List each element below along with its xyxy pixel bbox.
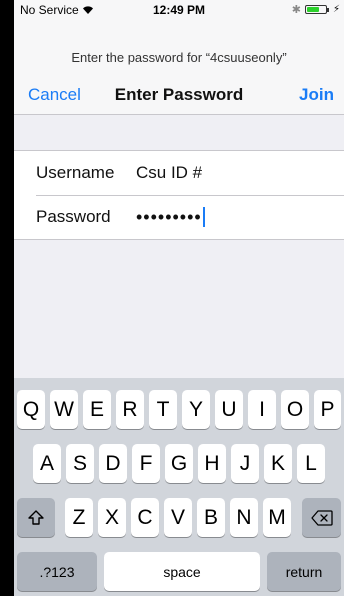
key-w[interactable]: W: [50, 390, 78, 429]
username-field[interactable]: Csu ID #: [136, 163, 202, 183]
password-row[interactable]: Password •••••••••: [14, 195, 344, 239]
key-x[interactable]: X: [98, 498, 126, 537]
nav-title: Enter Password: [114, 85, 244, 104]
key-c[interactable]: C: [131, 498, 159, 537]
key-k[interactable]: K: [264, 444, 292, 483]
key-a[interactable]: A: [33, 444, 61, 483]
join-button[interactable]: Join: [299, 85, 334, 105]
shift-icon: [28, 509, 44, 525]
shift-key[interactable]: [17, 498, 55, 537]
key-e[interactable]: E: [83, 390, 111, 429]
charging-icon: ⚡: [332, 4, 340, 15]
key-r[interactable]: R: [116, 390, 144, 429]
backspace-icon: [310, 509, 333, 526]
key-g[interactable]: G: [165, 444, 193, 483]
key-l[interactable]: L: [297, 444, 325, 483]
keyboard: Q W E R T Y U I O P A S D F G H J K L Z …: [14, 378, 344, 596]
username-label: Username: [36, 163, 115, 182]
navigation-bar: Enter the password for “4csuuseonly” Can…: [14, 20, 344, 115]
key-s[interactable]: S: [66, 444, 94, 483]
key-h[interactable]: H: [198, 444, 226, 483]
key-u[interactable]: U: [215, 390, 243, 429]
password-dialog: No Service 12:49 PM ✱ ⚡ Enter the passwo…: [14, 0, 344, 596]
key-o[interactable]: O: [281, 390, 309, 429]
key-z[interactable]: Z: [65, 498, 93, 537]
password-label: Password: [36, 207, 111, 226]
text-caret: [202, 207, 205, 227]
key-d[interactable]: D: [99, 444, 127, 483]
return-key[interactable]: return: [267, 552, 341, 591]
key-b[interactable]: B: [197, 498, 225, 537]
space-key[interactable]: space: [104, 552, 260, 591]
numbers-key[interactable]: .?123: [17, 552, 97, 591]
bluetooth-icon: ✱: [291, 4, 301, 16]
credentials-form: Username Csu ID # Password •••••••••: [14, 150, 344, 240]
password-dots: •••••••••: [136, 206, 202, 227]
key-f[interactable]: F: [132, 444, 160, 483]
key-y[interactable]: Y: [182, 390, 210, 429]
key-i[interactable]: I: [248, 390, 276, 429]
password-field[interactable]: •••••••••: [136, 207, 205, 228]
username-row[interactable]: Username Csu ID #: [14, 151, 344, 195]
key-q[interactable]: Q: [17, 390, 45, 429]
password-prompt: Enter the password for “4csuuseonly”: [71, 50, 287, 65]
delete-key[interactable]: [302, 498, 341, 537]
key-v[interactable]: V: [164, 498, 192, 537]
key-t[interactable]: T: [149, 390, 177, 429]
key-n[interactable]: N: [230, 498, 258, 537]
key-j[interactable]: J: [231, 444, 259, 483]
battery-icon: [304, 5, 329, 14]
key-m[interactable]: M: [263, 498, 291, 537]
key-p[interactable]: P: [314, 390, 341, 429]
status-bar: No Service 12:49 PM ✱ ⚡: [14, 0, 344, 20]
